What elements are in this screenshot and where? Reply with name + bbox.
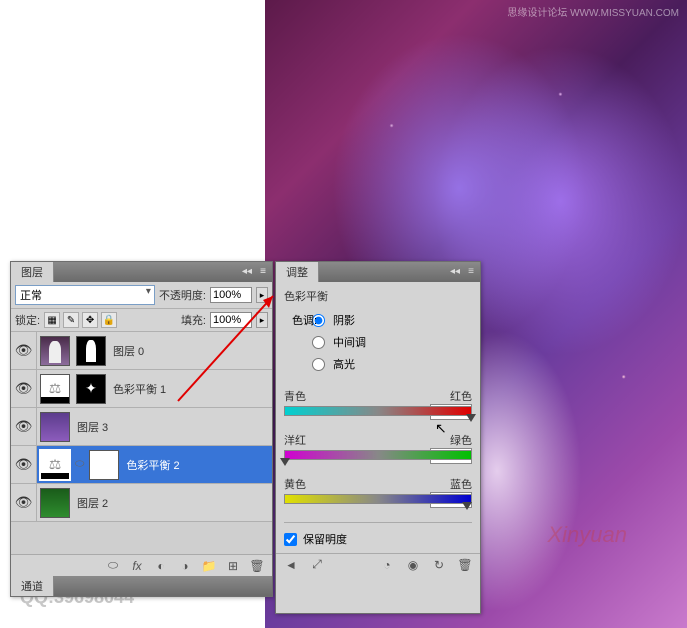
mask-icon[interactable]: ◐ xyxy=(152,557,170,575)
eye-icon[interactable]: 👁 xyxy=(15,342,33,359)
opacity-label: 不透明度: xyxy=(159,287,206,303)
collapse-icon[interactable]: ◂◂ xyxy=(240,264,254,278)
fill-label: 填充: xyxy=(181,312,206,328)
opacity-input[interactable]: 100% xyxy=(210,287,252,303)
adjust-footer: ◄ ⤢ ◔ ◉ ↻ 🗑 xyxy=(276,553,480,575)
adjustment-layer-icon[interactable]: ◑ xyxy=(176,557,194,575)
tone-radio-group: 阴影 中间调 高光 xyxy=(312,312,472,372)
group-icon[interactable]: 📁 xyxy=(200,557,218,575)
layer-mask-thumb[interactable]: ✦ xyxy=(76,374,106,404)
lock-paint-icon[interactable]: ✎ xyxy=(63,312,79,328)
trash-icon[interactable]: 🗑 xyxy=(248,557,266,575)
new-layer-icon[interactable]: ⊞ xyxy=(224,557,242,575)
eye-icon[interactable]: 👁 xyxy=(15,456,33,473)
slider-thumb[interactable] xyxy=(280,458,290,466)
menu-icon[interactable]: ≡ xyxy=(464,264,478,278)
layers-footer: ⬭ fx ◐ ◑ 📁 ⊞ 🗑 xyxy=(11,554,272,576)
back-icon[interactable]: ◄ xyxy=(282,556,300,574)
radio-highlights[interactable]: 高光 xyxy=(312,356,472,372)
collapse-icon[interactable]: ◂◂ xyxy=(448,264,462,278)
slider-yellow-blue: 黄色 蓝色 +96 xyxy=(284,476,472,508)
lock-fill-row: 锁定: ▦ ✎ ✥ 🔒 填充: 100% ▸ xyxy=(11,309,272,332)
layer-thumb[interactable] xyxy=(40,336,70,366)
preserve-checkbox[interactable] xyxy=(284,533,297,546)
channels-tab[interactable]: 通道 xyxy=(11,576,54,596)
layer-thumb[interactable] xyxy=(40,488,70,518)
reset-icon[interactable]: ↻ xyxy=(430,556,448,574)
layers-panel: 图层 ◂◂ ≡ 正常 不透明度: 100% ▸ 锁定: ▦ ✎ ✥ 🔒 填充: … xyxy=(10,261,273,597)
color-balance-title: 色彩平衡 xyxy=(284,288,472,304)
slider-left-label: 黄色 xyxy=(284,476,306,492)
slider-right-label: 红色 xyxy=(450,388,472,404)
adjustments-panel: 调整 ◂◂ ≡ 色彩平衡 色调: 阴影 中间调 高光 青色 红色 +100 xyxy=(275,261,481,614)
opacity-flyout-icon[interactable]: ▸ xyxy=(256,287,268,303)
eye-icon[interactable]: 👁 xyxy=(15,418,33,435)
layer-name-label[interactable]: 图层 0 xyxy=(109,343,144,359)
lock-transparent-icon[interactable]: ▦ xyxy=(44,312,60,328)
slider-left-label: 洋红 xyxy=(284,432,306,448)
layer-row[interactable]: 👁 ✦ 色彩平衡 1 xyxy=(11,370,272,408)
preserve-luminosity-row[interactable]: 保留明度 xyxy=(284,522,472,547)
slider-magenta-green: 洋红 绿色 -100 xyxy=(284,432,472,464)
link-icon[interactable]: ⬭ xyxy=(75,458,84,471)
layer-row[interactable]: 👁 图层 3 xyxy=(11,408,272,446)
lock-label: 锁定: xyxy=(15,312,40,328)
trash-icon[interactable]: 🗑 xyxy=(456,556,474,574)
preserve-label: 保留明度 xyxy=(303,531,347,547)
slider-right-label: 蓝色 xyxy=(450,476,472,492)
adjust-panel-header[interactable]: 调整 ◂◂ ≡ xyxy=(276,262,480,282)
layer-name-label[interactable]: 图层 2 xyxy=(73,495,108,511)
tone-label: 色调: xyxy=(292,312,317,328)
slider-track[interactable] xyxy=(284,450,472,460)
layers-list: 👁 图层 0 👁 ✦ 色彩平衡 1 👁 图层 3 👁 ⬭ 色彩平衡 2 👁 图层 xyxy=(11,332,272,554)
watermark-top: 思缘设计论坛 WWW.MISSYUAN.COM xyxy=(507,4,679,19)
fill-flyout-icon[interactable]: ▸ xyxy=(256,312,268,328)
layer-thumb[interactable] xyxy=(40,412,70,442)
blend-opacity-row: 正常 不透明度: 100% ▸ xyxy=(11,282,272,309)
slider-left-label: 青色 xyxy=(284,388,306,404)
radio-highlights-input[interactable] xyxy=(312,358,325,371)
adjustment-thumb[interactable] xyxy=(40,450,70,480)
fx-icon[interactable]: fx xyxy=(128,557,146,575)
eye-icon[interactable]: 👁 xyxy=(15,494,33,511)
slider-track[interactable] xyxy=(284,494,472,504)
layer-name-label[interactable]: 色彩平衡 1 xyxy=(109,381,166,397)
view-icon[interactable]: ◉ xyxy=(404,556,422,574)
layer-name-label[interactable]: 图层 3 xyxy=(73,419,108,435)
layer-row[interactable]: 👁 图层 2 xyxy=(11,484,272,522)
layer-name-label[interactable]: 色彩平衡 2 xyxy=(122,457,179,473)
adjustment-thumb[interactable] xyxy=(40,374,70,404)
layer-row-selected[interactable]: 👁 ⬭ 色彩平衡 2 xyxy=(11,446,272,484)
layers-panel-header[interactable]: 图层 ◂◂ ≡ xyxy=(11,262,272,282)
blend-mode-dropdown[interactable]: 正常 xyxy=(15,285,155,305)
layer-row[interactable]: 👁 图层 0 xyxy=(11,332,272,370)
slider-thumb[interactable] xyxy=(466,414,476,422)
watermark-xinyuan: Xinyuan xyxy=(547,522,627,548)
clip-icon[interactable]: ◔ xyxy=(378,556,396,574)
layer-mask-thumb[interactable] xyxy=(89,450,119,480)
radio-midtones-input[interactable] xyxy=(312,336,325,349)
slider-thumb[interactable] xyxy=(462,502,472,510)
expand-icon[interactable]: ⤢ xyxy=(308,556,326,574)
slider-right-label: 绿色 xyxy=(450,432,472,448)
lock-move-icon[interactable]: ✥ xyxy=(82,312,98,328)
menu-icon[interactable]: ≡ xyxy=(256,264,270,278)
fill-input[interactable]: 100% xyxy=(210,312,252,328)
eye-icon[interactable]: 👁 xyxy=(15,380,33,397)
link-layers-icon[interactable]: ⬭ xyxy=(104,557,122,575)
radio-shadows[interactable]: 阴影 xyxy=(312,312,472,328)
slider-cyan-red: 青色 红色 +100 xyxy=(284,388,472,420)
lock-all-icon[interactable]: 🔒 xyxy=(101,312,117,328)
slider-track[interactable] xyxy=(284,406,472,416)
channels-panel-header[interactable]: 通道 ◂◂ ≡ xyxy=(11,576,272,596)
adjust-tab[interactable]: 调整 xyxy=(276,262,319,282)
layers-tab[interactable]: 图层 xyxy=(11,262,54,282)
layer-mask-thumb[interactable] xyxy=(76,336,106,366)
radio-midtones[interactable]: 中间调 xyxy=(312,334,472,350)
